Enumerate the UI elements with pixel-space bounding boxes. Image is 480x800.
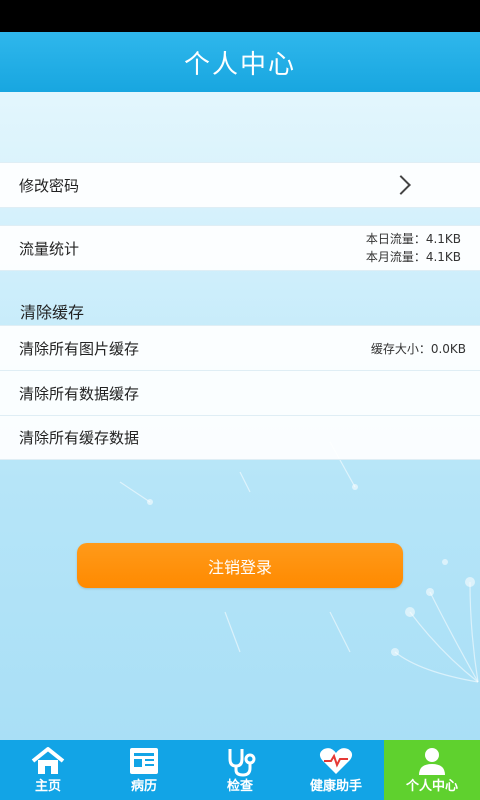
stethoscope-icon <box>228 749 256 777</box>
bottom-tab-bar: 主页 病历 检查 健康助手 个人中心 <box>0 740 480 800</box>
traffic-month: 本月流量：4.1KB <box>365 250 461 264</box>
tab-health-assistant-label: 健康助手 <box>309 779 362 794</box>
cache-size-value: 缓存大小：0.0KB <box>370 341 466 356</box>
tab-medical-records[interactable]: 病历 <box>96 740 192 800</box>
clear-all-cache-row[interactable]: 清除所有缓存数据 <box>0 415 480 460</box>
tab-health-assistant[interactable]: 健康助手 <box>288 740 384 800</box>
clear-image-cache-label: 清除所有图片缓存 <box>19 339 140 358</box>
clear-all-cache-label: 清除所有缓存数据 <box>19 429 140 447</box>
tab-personal-center-label: 个人中心 <box>405 779 458 794</box>
tab-medical-records-label: 病历 <box>130 779 157 794</box>
traffic-today: 本日流量：4.1KB <box>365 232 461 246</box>
tab-examination[interactable]: 检查 <box>192 740 288 800</box>
traffic-stats-row: 流量统计 本日流量：4.1KB 本月流量：4.1KB <box>0 225 480 271</box>
person-icon <box>419 748 445 775</box>
change-password-row[interactable]: 修改密码 <box>0 162 480 208</box>
page-title: 个人中心 <box>183 49 296 80</box>
header-bar: 个人中心 <box>0 32 480 92</box>
clear-data-cache-row[interactable]: 清除所有数据缓存 <box>0 370 480 416</box>
clear-image-cache-row[interactable]: 清除所有图片缓存 缓存大小：0.0KB <box>0 325 480 371</box>
tab-examination-label: 检查 <box>226 779 253 794</box>
clear-cache-section-title: 清除缓存 <box>20 303 85 322</box>
logout-button[interactable]: 注销登录 <box>77 543 403 588</box>
chevron-right-icon <box>391 175 411 195</box>
clear-data-cache-label: 清除所有数据缓存 <box>19 384 140 403</box>
tab-personal-center[interactable]: 个人中心 <box>384 740 480 800</box>
status-bar <box>0 0 480 32</box>
home-icon <box>31 747 65 774</box>
tab-home-label: 主页 <box>34 779 61 794</box>
traffic-stats-values: 本日流量：4.1KB 本月流量：4.1KB <box>366 230 461 266</box>
traffic-stats-label: 流量统计 <box>19 239 80 258</box>
main-content: 修改密码 流量统计 本日流量：4.1KB 本月流量：4.1KB 清除缓存 清除所… <box>0 92 480 740</box>
change-password-label: 修改密码 <box>19 176 80 195</box>
tab-home[interactable]: 主页 <box>0 740 96 800</box>
medical-record-icon <box>130 748 158 774</box>
heart-pulse-icon <box>319 748 353 774</box>
